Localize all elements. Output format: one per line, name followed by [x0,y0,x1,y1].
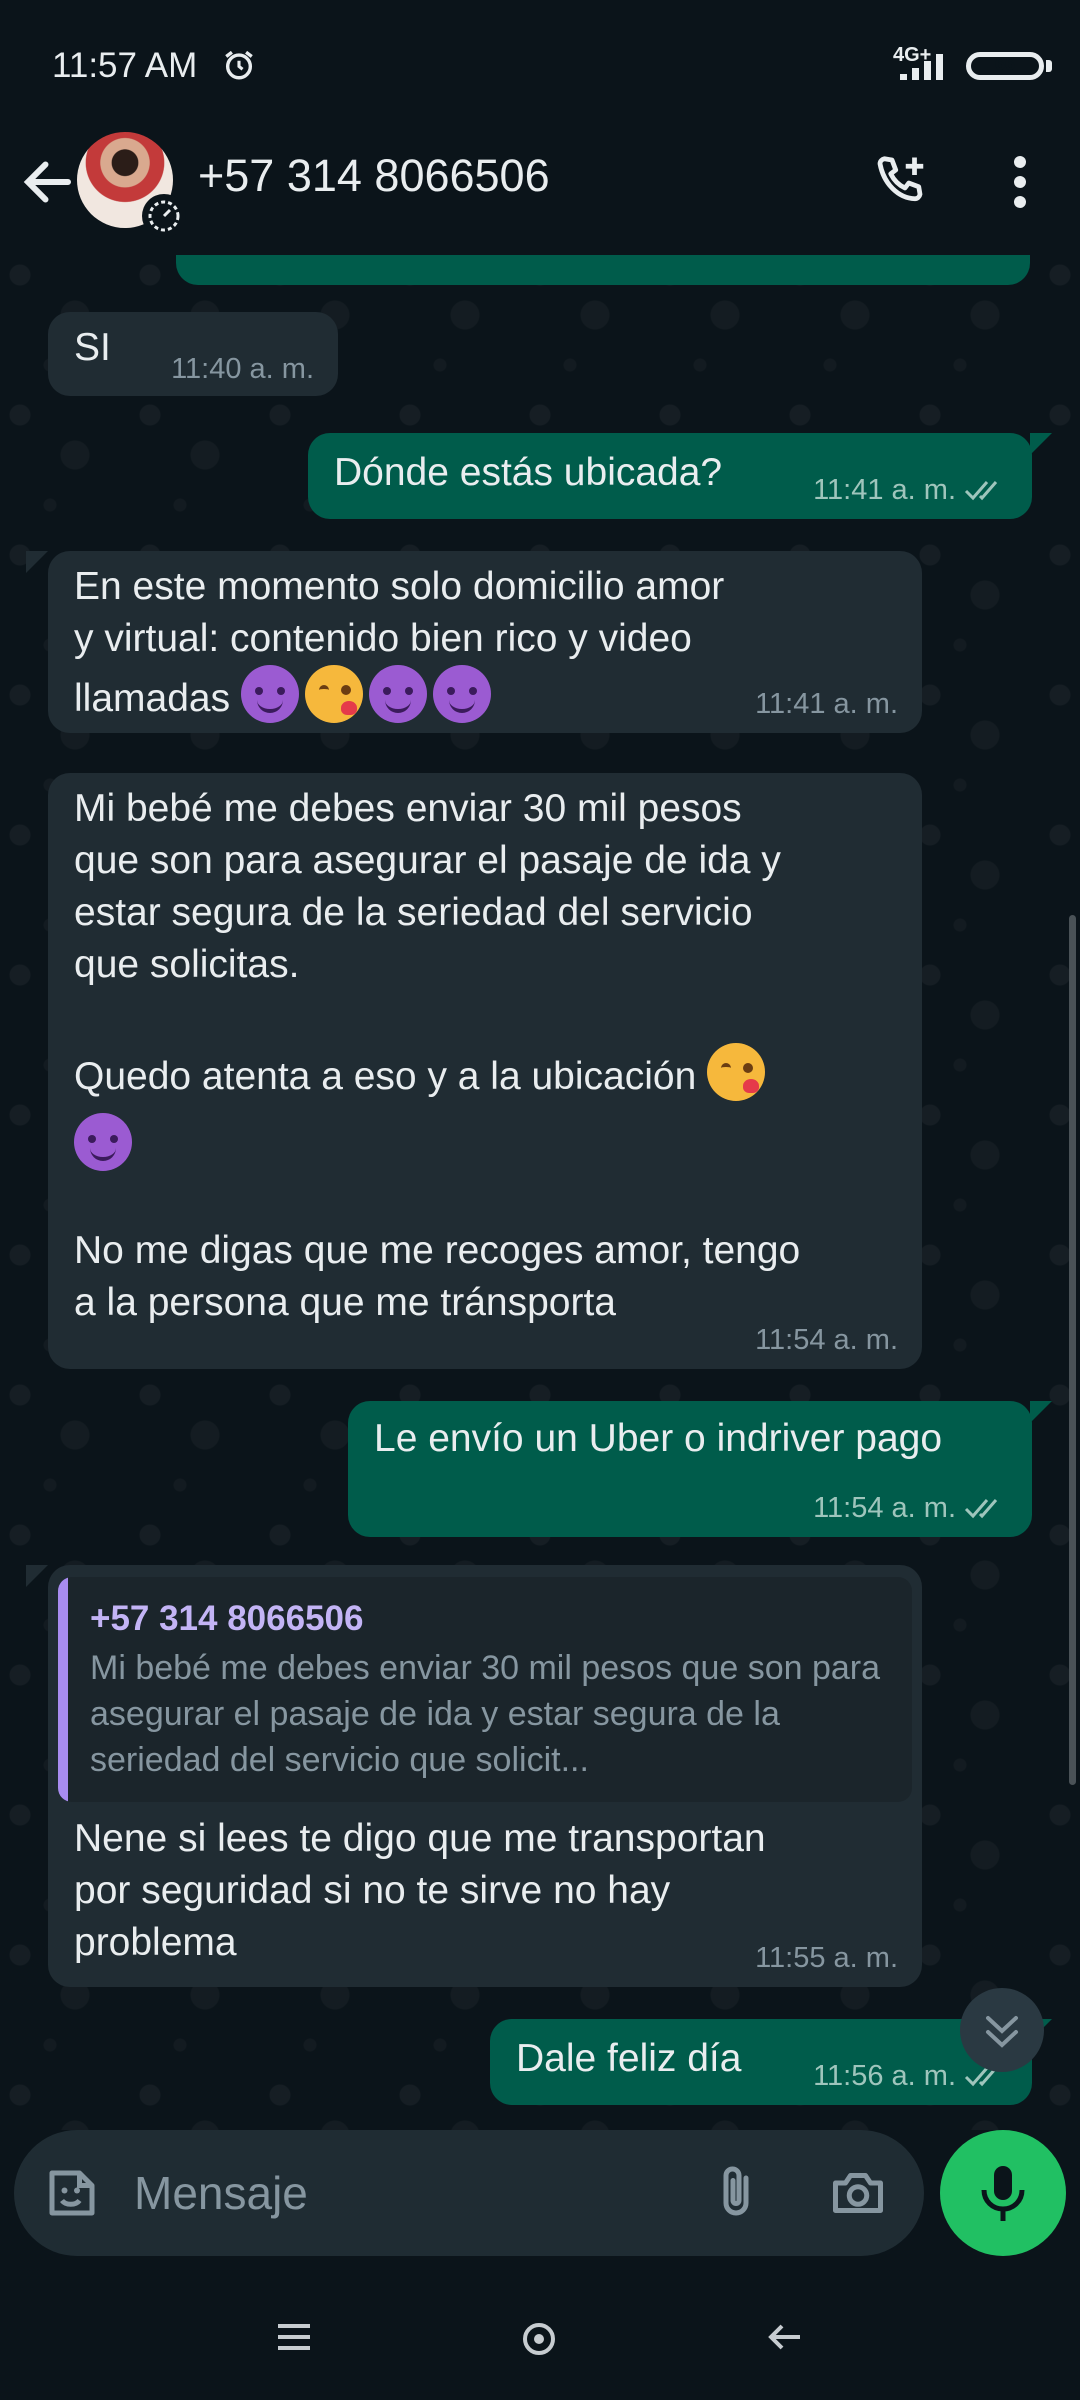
smiling-devil-emoji [240,665,299,723]
double-check-icon [964,1499,998,1519]
message-bubble-in-reply[interactable]: +57 314 8066506 Mi bebé me debes enviar … [48,1565,922,1987]
system-nav-bar [0,2270,1080,2400]
message-text: Dónde estás ubicada? [334,451,723,494]
chat-header: +57 314 8066506 [0,130,1080,255]
battery-tip [1046,60,1052,72]
disappearing-timer-icon [142,194,186,238]
scroll-down-icon [986,2016,1018,2048]
message-text: Le envío un Uber o indriver pago [374,1417,943,1460]
nav-home-icon[interactable] [520,2320,558,2358]
status-bar: 11:57 AM 4G+ 66 [0,0,1080,130]
bubble-tail [1030,1401,1052,1423]
more-vert-icon[interactable] [1000,152,1040,212]
message-text-part-1: Mi bebé me debes enviar 30 mil pesos que… [74,787,781,986]
back-arrow-icon[interactable] [18,152,78,212]
scrollbar[interactable] [1069,915,1076,1785]
bubble-tail [26,551,48,573]
message-time: 11:54 a. m. [755,1324,898,1356]
camera-icon[interactable] [828,2163,888,2223]
message-bubble-out[interactable]: Le envío un Uber o indriver pago 11:54 a… [348,1401,1032,1537]
smiling-devil-emoji [432,665,491,723]
message-bubble-in[interactable]: En este momento solo domicilio amor y vi… [48,551,922,733]
nav-back-icon[interactable] [766,2320,804,2354]
message-composer [14,2130,924,2256]
contact-name[interactable]: +57 314 8066506 [198,150,550,202]
message-text: Nene si lees te digo que me transportan … [74,1817,766,1964]
quote-sender: +57 314 8066506 [90,1599,364,1638]
battery-level: 66 [994,54,1016,74]
attach-icon[interactable] [706,2160,766,2226]
message-time: 11:40 a. m. [171,353,314,385]
quote-text: Mi bebé me debes enviar 30 mil pesos que… [90,1649,881,1779]
quoted-message[interactable]: +57 314 8066506 Mi bebé me debes enviar … [58,1577,912,1802]
battery-icon: 66 [966,52,1044,80]
nav-menu-icon[interactable] [276,2320,312,2354]
kiss-emoji [304,665,363,723]
smiling-devil-emoji [368,665,427,723]
message-bubble-out[interactable]: Dónde estás ubicada? 11:41 a. m. [308,433,1032,519]
message-text-part-3: No me digas que me recoges amor, tengo a… [74,1229,801,1324]
add-call-icon[interactable] [872,150,932,210]
sticker-icon[interactable] [42,2163,102,2223]
smiling-devil-emoji [74,1113,132,1171]
mic-button[interactable] [940,2130,1066,2256]
message-text: SI [74,326,111,369]
message-time: 11:54 a. m. [813,1492,956,1524]
bubble-tail [1030,433,1052,455]
chat-area[interactable]: SI 11:40 a. m. Dónde estás ubicada? 11:4… [0,255,1080,2130]
message-time: 11:41 a. m. [813,474,956,506]
message-time: 11:56 a. m. [813,2060,956,2092]
alarm-icon [225,50,253,80]
message-input[interactable] [132,2162,696,2224]
message-text-part-2: Quedo atenta a eso y a la ubicación [74,1055,697,1098]
kiss-emoji [707,1043,766,1101]
bubble-tail [26,1565,48,1587]
double-check-icon [964,481,998,501]
message-time: 11:41 a. m. [755,688,898,720]
scroll-down-button[interactable] [960,1988,1044,2072]
message-bubble-out-partial[interactable] [176,255,1030,285]
message-bubble-out[interactable]: Dale feliz día 11:56 a. m. [490,2019,1032,2105]
signal-icon [900,54,943,80]
status-time: 11:57 AM [52,46,198,85]
mic-icon [981,2166,1025,2221]
message-bubble-in[interactable]: SI 11:40 a. m. [48,312,338,396]
message-bubble-in[interactable]: Mi bebé me debes enviar 30 mil pesos que… [48,773,922,1369]
quote-accent-bar [58,1577,68,1802]
message-text: Dale feliz día [516,2037,742,2080]
message-time: 11:55 a. m. [755,1942,898,1974]
